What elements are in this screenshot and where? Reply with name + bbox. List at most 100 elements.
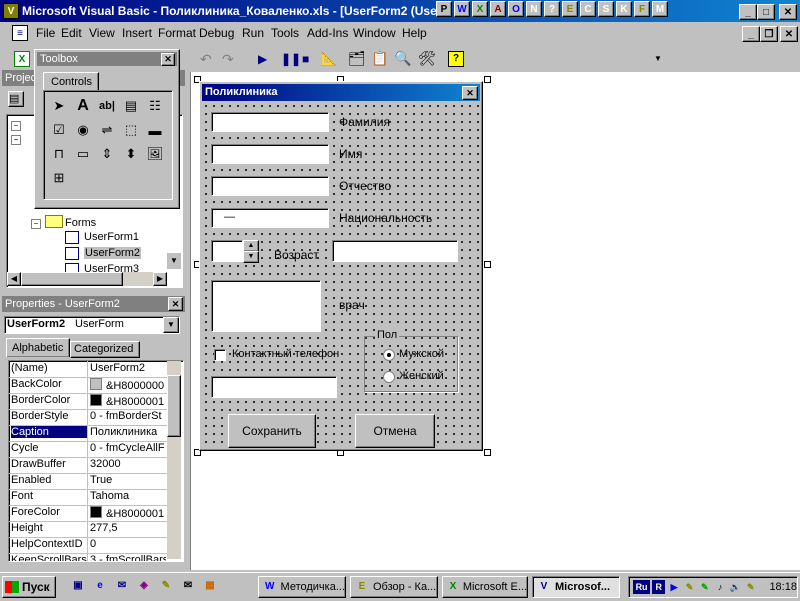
property-value[interactable]: &H8000000 <box>90 378 166 392</box>
menu-run[interactable]: Run <box>242 26 264 40</box>
tab-categorized[interactable]: Categorized <box>70 341 140 358</box>
menu-debug[interactable]: Debug <box>199 26 234 40</box>
tree-expander[interactable]: − <box>31 219 41 229</box>
lang-indicator[interactable]: Ru <box>633 580 651 594</box>
spinbutton-tool[interactable]: ⬍ <box>120 143 142 165</box>
menu-file[interactable]: File <box>36 26 55 40</box>
sound-icon[interactable]: 🔊 <box>729 580 742 594</box>
properties-window-icon[interactable]: 📋 <box>371 50 388 67</box>
resize-handle[interactable] <box>484 261 491 268</box>
resize-handle[interactable] <box>484 449 491 456</box>
frame-tool[interactable]: ⬚ <box>120 119 142 141</box>
label-tool[interactable]: A <box>72 95 94 117</box>
image-tool[interactable]: 🖼 <box>144 143 166 165</box>
property-row[interactable]: Cycle 0 - fmCycleAllF <box>9 441 167 458</box>
tree-expander[interactable]: − <box>11 121 21 131</box>
scroll-right-button[interactable]: ▶ <box>153 272 167 286</box>
property-row[interactable]: DrawBuffer 32000 <box>9 457 167 474</box>
undo-icon[interactable]: ↶ <box>200 51 212 68</box>
toolbox-close-button[interactable]: ✕ <box>161 53 175 66</box>
property-value[interactable]: 0 <box>90 538 166 550</box>
pen-icon[interactable]: ✎ <box>698 580 711 594</box>
scroll-left-button[interactable]: ◀ <box>7 272 21 286</box>
name-textbox[interactable] <box>211 144 329 164</box>
folder-icon[interactable]: F <box>634 1 650 17</box>
minimize-button[interactable]: _ <box>739 4 757 20</box>
male-radio[interactable] <box>383 349 395 361</box>
outlook-icon[interactable]: O <box>508 1 524 17</box>
redo-icon[interactable]: ↷ <box>222 51 234 68</box>
mail-icon[interactable]: ✉ <box>180 578 196 594</box>
word-icon[interactable]: W <box>454 1 470 17</box>
property-row[interactable]: Enabled True <box>9 473 167 490</box>
magnifier-icon[interactable]: M <box>652 1 668 17</box>
property-value[interactable]: True <box>90 474 166 486</box>
phone-checkbox[interactable] <box>214 349 226 361</box>
property-value[interactable]: Tahoma <box>90 490 166 502</box>
optionbutton-tool[interactable]: ◉ <box>72 119 94 141</box>
listbox-tool[interactable]: ☷ <box>144 95 166 117</box>
property-value[interactable]: &H8000001 <box>90 394 166 408</box>
age-display-textbox[interactable] <box>332 240 458 262</box>
document-icon[interactable]: ≡ <box>12 25 28 41</box>
tree-item-userform2[interactable]: UserForm2 <box>84 247 142 259</box>
notepad-icon[interactable]: N <box>526 1 542 17</box>
property-value[interactable]: 0 - fmCycleAllF <box>90 442 166 454</box>
nationality-combobox[interactable]: — <box>211 208 329 228</box>
tree-vscrollbar[interactable]: ▼ <box>167 253 181 269</box>
property-value[interactable]: UserForm2 <box>90 362 166 374</box>
desktop-icon[interactable]: ▣ <box>70 578 86 594</box>
property-row[interactable]: Caption Поликлиника <box>9 425 167 442</box>
cancel-button[interactable]: Отмена <box>355 414 435 448</box>
calculator-icon[interactable]: C <box>580 1 596 17</box>
doctor-listbox[interactable] <box>211 280 321 332</box>
menu-addins[interactable]: Add-Ins <box>307 26 348 40</box>
property-row[interactable]: KeepScrollBarsV 3 - fmScrollBars <box>9 553 167 561</box>
commandbutton-tool[interactable]: ▬ <box>144 119 166 141</box>
gender-frame[interactable]: Пол Мужской Женский <box>364 329 458 392</box>
property-row[interactable]: HelpContextID 0 <box>9 537 167 554</box>
property-value[interactable]: 3 - fmScrollBars <box>90 554 166 561</box>
keyboard-icon[interactable]: K <box>616 1 632 17</box>
property-row[interactable]: BorderColor &H8000001 <box>9 393 167 410</box>
property-row[interactable]: (Name) UserForm2 <box>9 361 167 378</box>
start-button[interactable]: Пуск <box>2 576 56 598</box>
help-icon[interactable]: ? <box>544 1 560 17</box>
menu-window[interactable]: Window <box>353 26 396 40</box>
property-value[interactable]: &H8000001 <box>90 506 166 520</box>
project-explorer-icon[interactable]: 🗂 <box>348 50 366 67</box>
refedit-tool[interactable]: ⊞ <box>48 167 70 189</box>
pause-icon[interactable]: ❚❚ <box>281 52 301 66</box>
property-row[interactable]: BorderStyle 0 - fmBorderSt <box>9 409 167 426</box>
view-excel-icon[interactable]: X <box>14 51 30 67</box>
multipage-tool[interactable]: ▭ <box>72 143 94 165</box>
taskbar-item-3[interactable]: V Microsof... <box>532 576 620 598</box>
property-value[interactable]: Поликлиника <box>90 426 166 438</box>
scheduler-icon[interactable]: ✎ <box>744 580 757 594</box>
menu-view[interactable]: View <box>89 26 115 40</box>
property-row[interactable]: BackColor &H8000000 <box>9 377 167 394</box>
menu-format[interactable]: Format <box>158 26 196 40</box>
menu-edit[interactable]: Edit <box>61 26 82 40</box>
togglebutton-tool[interactable]: ⇌ <box>96 119 118 141</box>
help-toolbar-icon[interactable]: ? <box>448 51 464 67</box>
checkbox-tool[interactable]: ☑ <box>48 119 70 141</box>
object-selector[interactable]: UserForm2 UserForm ▼ <box>4 316 180 334</box>
tree-hscrollbar[interactable]: ◀ ▶ <box>7 272 167 286</box>
property-row[interactable]: Font Tahoma <box>9 489 167 506</box>
age-spin-down[interactable]: ▼ <box>243 251 259 263</box>
object-browser-icon[interactable]: 🔍 <box>394 50 411 67</box>
toolbox-titlebar[interactable]: Toolbox ✕ <box>37 52 177 66</box>
patronymic-textbox[interactable] <box>211 176 329 196</box>
tree-item-userform1[interactable]: UserForm1 <box>84 231 139 243</box>
scroll-thumb[interactable] <box>21 272 123 286</box>
pencil-icon[interactable]: ✎ <box>158 578 174 594</box>
save-button[interactable]: Сохранить <box>228 414 316 448</box>
excel-icon[interactable]: X <box>472 1 488 17</box>
scrollbar-tool[interactable]: ⇕ <box>96 143 118 165</box>
property-row[interactable]: ForeColor &H8000001 <box>9 505 167 522</box>
settings-icon[interactable]: S <box>598 1 614 17</box>
powerpoint-icon[interactable]: P <box>436 1 452 17</box>
phone-textbox[interactable] <box>211 376 337 398</box>
access-icon[interactable]: A <box>490 1 506 17</box>
